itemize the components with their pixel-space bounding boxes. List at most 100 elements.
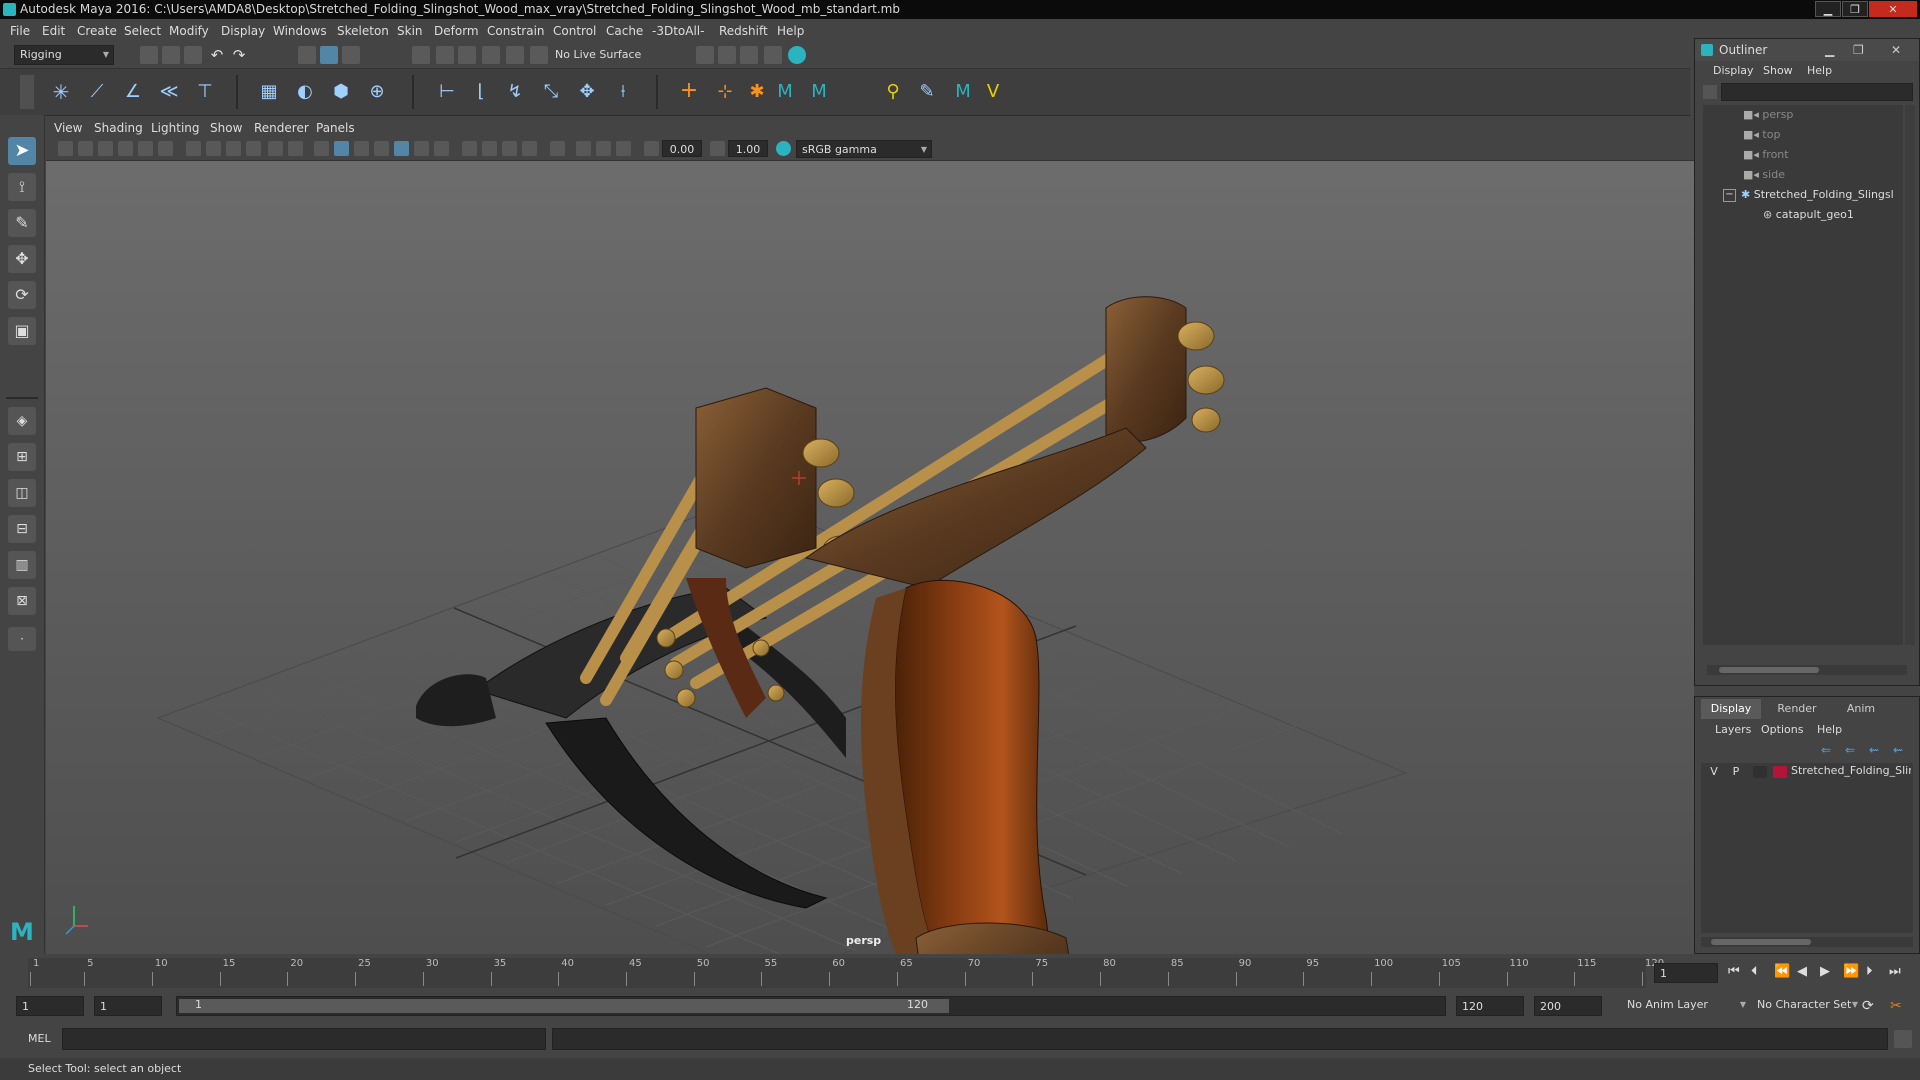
aim-constraint-icon[interactable]: ✥ — [576, 81, 598, 103]
render-frame-icon[interactable] — [718, 46, 736, 64]
new-scene-icon[interactable] — [140, 46, 158, 64]
color-management-icon[interactable] — [776, 141, 791, 156]
time-slider[interactable]: 1 5 10 15 20 25 30 35 40 45 50 55 60 65 70 75 80 85 90 95 10… — [0, 954, 1920, 992]
step-back-frame-icon[interactable]: ⏴ — [1751, 964, 1758, 979]
save-scene-icon[interactable] — [184, 46, 202, 64]
select-object-icon[interactable] — [320, 46, 338, 64]
select-camera-icon[interactable] — [58, 141, 73, 156]
locator-icon[interactable]: + — [678, 80, 700, 103]
snap-surface-icon[interactable] — [506, 46, 524, 64]
hypershade-icon[interactable] — [788, 46, 806, 64]
grease-pencil-icon[interactable] — [158, 141, 173, 156]
ik-fk-icon[interactable]: ✱ — [746, 81, 768, 103]
outliner-layout-icon[interactable]: ⊠ — [8, 587, 36, 615]
menu-file[interactable]: File — [10, 20, 30, 42]
undo-icon[interactable]: ↶ — [208, 46, 226, 64]
toolbox-more-icon[interactable]: · — [8, 627, 36, 651]
render-view-icon[interactable] — [696, 46, 714, 64]
step-forward-frame-icon[interactable]: ⏵ — [1866, 964, 1873, 979]
close-button[interactable]: ✕ — [1869, 1, 1917, 17]
layer-visibility-toggle[interactable]: V — [1707, 765, 1721, 778]
menu-help[interactable]: Help — [777, 20, 804, 42]
layer-name[interactable]: Stretched_Folding_Slin — [1791, 764, 1911, 777]
menu-deform[interactable]: Deform — [434, 20, 479, 42]
playback-start-field[interactable]: 1 — [94, 996, 162, 1016]
menu-skeleton[interactable]: Skeleton — [337, 20, 389, 42]
view-transform-dropdown[interactable]: sRGB gamma — [796, 140, 932, 159]
tab-display[interactable]: Display — [1701, 699, 1761, 719]
point-constraint-icon[interactable]: ⌊ — [470, 81, 492, 103]
gamma-field[interactable]: 1.00 — [728, 140, 768, 157]
menu-create[interactable]: Create — [77, 20, 117, 42]
go-to-start-icon[interactable]: ⏮ — [1728, 964, 1740, 979]
orient-joint-icon[interactable]: ⊤ — [194, 81, 216, 103]
use-default-material-icon[interactable] — [354, 141, 369, 156]
viewport-panel[interactable]: persp — [46, 118, 1694, 954]
menu-3dtoall[interactable]: -3DtoAll- — [652, 20, 704, 42]
rotate-tool-icon[interactable]: ⟳ — [8, 281, 36, 309]
ik-spline-icon[interactable]: ∠ — [122, 81, 144, 103]
redo-icon[interactable]: ↷ — [230, 46, 248, 64]
open-scene-icon[interactable] — [162, 46, 180, 64]
new-empty-layer-icon[interactable]: ⇜ — [1869, 743, 1879, 757]
gate-mask-icon[interactable] — [246, 141, 261, 156]
screen-space-ao-icon[interactable] — [462, 141, 477, 156]
hypershade-layout-icon[interactable]: ▥ — [8, 551, 36, 579]
field-chart-icon[interactable] — [268, 141, 283, 156]
menu-skin[interactable]: Skin — [397, 20, 423, 42]
vp-menu-panels[interactable]: Panels — [316, 118, 355, 138]
camera-attributes-icon[interactable] — [78, 141, 93, 156]
joint-orient-icon[interactable]: ⊹ — [714, 81, 736, 103]
four-view-layout-icon[interactable]: ⊞ — [8, 443, 36, 471]
wireframe-icon[interactable] — [314, 141, 329, 156]
hik-icon[interactable]: M — [774, 81, 796, 103]
textured-icon[interactable] — [394, 141, 409, 156]
current-frame-field[interactable]: 1 — [1654, 963, 1718, 983]
outliner-search-input[interactable] — [1721, 83, 1913, 101]
paint-weights-icon[interactable]: ◐ — [294, 81, 316, 103]
shelf-menu-icon[interactable] — [20, 75, 34, 109]
minimize-button[interactable]: ▁ — [1815, 1, 1841, 17]
outliner-hscroll-thumb[interactable] — [1719, 667, 1819, 673]
menu-cache[interactable]: Cache — [606, 20, 643, 42]
snap-point-icon[interactable] — [458, 46, 476, 64]
go-to-end-icon[interactable]: ⏭ — [1889, 964, 1901, 979]
bookmark-icon[interactable] — [98, 141, 113, 156]
mirror-joint-icon[interactable]: ≪ — [158, 81, 180, 103]
parent-constraint-icon[interactable]: ⊢ — [436, 81, 458, 103]
outliner-close-icon[interactable]: ✕ — [1891, 39, 1901, 61]
layer-reference-toggle[interactable] — [1753, 766, 1767, 778]
live-surface-label[interactable]: No Live Surface — [555, 48, 641, 61]
resolution-gate-icon[interactable] — [226, 141, 241, 156]
depth-of-field-icon[interactable] — [522, 141, 537, 156]
layers-hscroll-thumb[interactable] — [1711, 939, 1811, 945]
range-slider-handle[interactable] — [179, 999, 949, 1013]
anim-prefs-icon[interactable]: ✂ — [1890, 998, 1902, 1014]
layer-playback-toggle[interactable]: P — [1729, 765, 1743, 778]
cluster-icon[interactable]: ⊕ — [366, 81, 388, 103]
wrap-deformer-icon[interactable]: ✎ — [916, 81, 938, 103]
outliner-vscrollbar[interactable] — [1905, 105, 1915, 645]
layer-color-swatch[interactable] — [1773, 766, 1787, 778]
vp-menu-renderer[interactable]: Renderer — [254, 118, 309, 138]
menu-windows[interactable]: Windows — [273, 20, 327, 42]
shadows-icon[interactable] — [434, 141, 449, 156]
grid-toggle-icon[interactable] — [186, 141, 201, 156]
outliner-menu-display[interactable]: Display — [1713, 61, 1754, 81]
outliner-item-top[interactable]: ■◂ top — [1743, 125, 1780, 144]
outliner-item-side[interactable]: ■◂ side — [1743, 165, 1785, 184]
outliner-menu-show[interactable]: Show — [1763, 61, 1793, 81]
pole-vector-icon[interactable]: ⟊ — [612, 81, 634, 103]
outliner-filter-icon[interactable] — [1703, 85, 1717, 99]
vp-menu-shading[interactable]: Shading — [94, 118, 143, 138]
auto-key-icon[interactable]: ⟳ — [1862, 998, 1874, 1014]
menu-select[interactable]: Select — [124, 20, 161, 42]
new-layer-selected-icon[interactable]: ⇜ — [1893, 743, 1903, 757]
ik-handle-icon[interactable]: ⟋ — [86, 81, 108, 103]
image-plane-icon[interactable] — [118, 141, 133, 156]
expand-toggle-icon[interactable]: − — [1723, 189, 1736, 202]
multisample-aa-icon[interactable] — [502, 141, 517, 156]
lattice-icon[interactable]: ⬢ — [330, 81, 352, 103]
scale-tool-icon[interactable]: ▣ — [8, 317, 36, 345]
wireframe-on-shaded-icon[interactable] — [374, 141, 389, 156]
